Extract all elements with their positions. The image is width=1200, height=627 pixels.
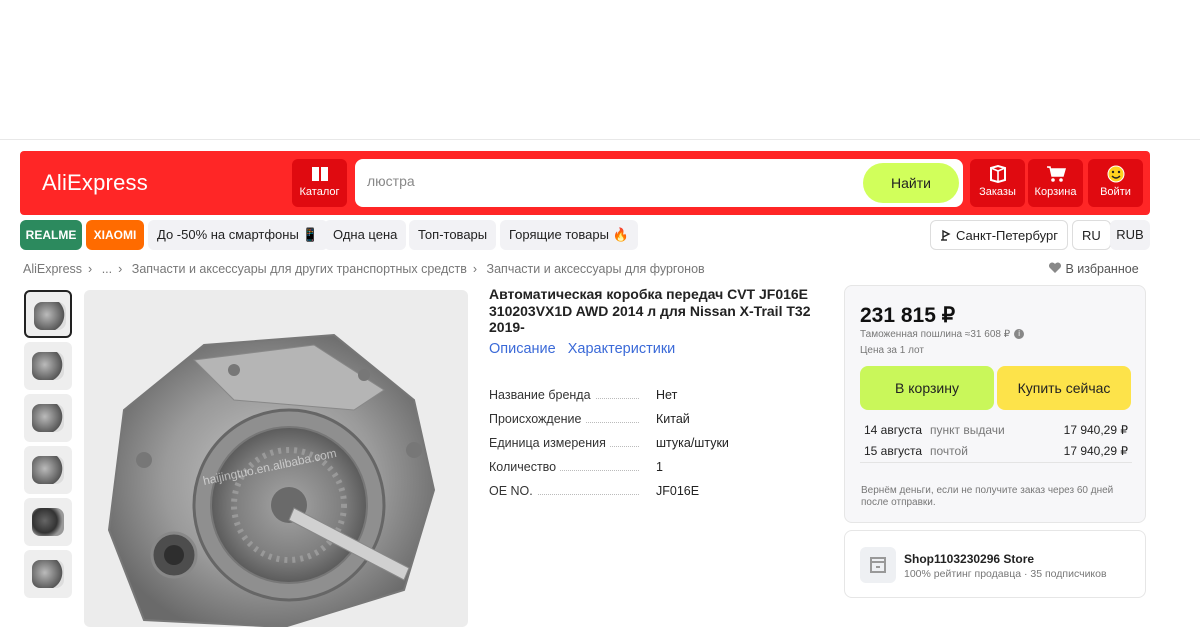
- spec-value: Нет: [656, 388, 678, 402]
- spec-row: Происхождение Китай: [489, 412, 819, 436]
- price-per-lot: Цена за 1 лот: [860, 345, 924, 356]
- login-label: Войти: [1100, 186, 1131, 198]
- store-card[interactable]: Shop1103230296 Store 100% рейтинг продав…: [844, 530, 1146, 598]
- shipping-date: 15 августа: [864, 444, 923, 458]
- spec-value: Китай: [656, 412, 690, 426]
- divider: [860, 462, 1132, 463]
- thumbnail-image[interactable]: [24, 342, 72, 390]
- store-name[interactable]: Shop1103230296 Store: [904, 552, 1034, 566]
- product-price: 231 815 ₽: [860, 304, 956, 327]
- shipping-method: пункт выдачи: [930, 423, 1005, 437]
- breadcrumb-item[interactable]: ...: [102, 262, 112, 276]
- cart-label: Корзина: [1034, 186, 1077, 198]
- spec-row: Количество 1: [489, 460, 819, 484]
- thumbnail-gallery: [24, 290, 74, 602]
- customs-duty-text: Таможенная пошлина ≈31 608 ₽: [860, 329, 1011, 340]
- chip-hot-goods[interactable]: Горящие товары 🔥: [500, 220, 638, 250]
- login-button[interactable]: Войти: [1088, 159, 1143, 207]
- language-selector[interactable]: RU: [1072, 220, 1111, 250]
- favorites-label: В избранное: [1065, 262, 1139, 276]
- site-header: AliExpress Каталог Найти Заказы Корзина …: [20, 151, 1150, 215]
- spec-row: Название бренда Нет: [489, 388, 819, 412]
- spec-key: OE NO.: [489, 484, 537, 498]
- breadcrumb-item[interactable]: Запчасти и аксессуары для других транспо…: [132, 262, 467, 276]
- location-icon: [941, 229, 951, 241]
- product-title: Автоматическая коробка передач CVT JF016…: [489, 286, 811, 335]
- shipping-option[interactable]: 15 августа почтой 17 940,29 ₽: [860, 444, 1132, 462]
- thumbnail-image[interactable]: [24, 550, 72, 598]
- breadcrumb-item[interactable]: Запчасти и аксессуары для фургонов: [487, 262, 705, 276]
- promo-chips-bar: REALME XIAOMI До -50% на смартфоны 📱 Одн…: [20, 220, 1150, 250]
- shipping-method: почтой: [930, 444, 968, 458]
- chevron-right-icon: ›: [118, 262, 123, 276]
- spec-row: OE NO. JF016E: [489, 484, 819, 508]
- chip-xiaomi[interactable]: XIAOMI: [86, 220, 144, 250]
- catalog-button[interactable]: Каталог: [292, 159, 347, 207]
- currency-selector[interactable]: RUB: [1110, 220, 1150, 250]
- breadcrumb: AliExpress › ... › Запчасти и аксессуары д…: [23, 262, 711, 276]
- product-tabs: Описание Характеристики: [489, 341, 683, 357]
- info-icon[interactable]: i: [1014, 329, 1025, 340]
- shipping-date: 14 августа: [864, 423, 923, 437]
- thumbnail-image[interactable]: [24, 394, 72, 442]
- add-to-favorites-button[interactable]: В избранное: [1048, 262, 1139, 276]
- customs-duty: Таможенная пошлина ≈31 608 ₽ i: [860, 329, 1025, 340]
- thumbnail-image[interactable]: [24, 498, 72, 546]
- search-bar: Найти: [355, 159, 963, 207]
- spec-key: Единица измерения: [489, 436, 610, 450]
- top-blank-area: [0, 0, 1200, 140]
- chip-top-goods[interactable]: Топ-товары: [409, 220, 497, 250]
- catalog-icon: [311, 167, 328, 181]
- chevron-right-icon: ›: [472, 262, 478, 276]
- spec-row: Единица измерения штука/штуки: [489, 436, 819, 460]
- shipping-option[interactable]: 14 августа пункт выдачи 17 940,29 ₽: [860, 423, 1132, 441]
- chip-realme[interactable]: REALME: [20, 220, 82, 250]
- spec-key: Название бренда: [489, 388, 595, 402]
- chip-one-price[interactable]: Одна цена: [324, 220, 407, 250]
- buy-box: 231 815 ₽ Таможенная пошлина ≈31 608 ₽ i …: [844, 285, 1146, 523]
- spec-value: JF016E: [656, 484, 700, 498]
- catalog-label: Каталог: [299, 186, 340, 198]
- shipping-price: 17 940,29 ₽: [1063, 444, 1128, 458]
- store-icon: [870, 557, 886, 573]
- tab-description[interactable]: Описание: [489, 341, 556, 357]
- tab-specifications[interactable]: Характеристики: [568, 341, 676, 357]
- breadcrumb-item[interactable]: AliExpress: [23, 262, 82, 276]
- chevron-right-icon: ›: [88, 262, 93, 276]
- refund-guarantee: Вернём деньги, если не получите заказ че…: [861, 485, 1114, 508]
- transmission-photo: haijingtuo.en.alibaba.com: [107, 333, 436, 627]
- city-label: Санкт-Петербург: [956, 228, 1058, 243]
- aliexpress-logo[interactable]: AliExpress: [42, 170, 148, 196]
- buy-now-button[interactable]: Купить сейчас: [997, 366, 1131, 410]
- spec-value: 1: [656, 460, 663, 474]
- main-product-image[interactable]: haijingtuo.en.alibaba.com: [84, 290, 468, 627]
- spec-key: Количество: [489, 460, 561, 474]
- spec-value: штука/штуки: [656, 436, 729, 450]
- orders-button[interactable]: Заказы: [970, 159, 1025, 207]
- orders-label: Заказы: [979, 186, 1016, 198]
- spec-key: Происхождение: [489, 412, 586, 426]
- orders-icon: [989, 165, 1006, 183]
- search-button[interactable]: Найти: [863, 163, 959, 203]
- product-specs-table: Название бренда Нет Происхождение Китай Ед…: [489, 388, 819, 508]
- add-to-cart-button[interactable]: В корзину: [860, 366, 994, 410]
- thumbnail-image[interactable]: [24, 446, 72, 494]
- shipping-price: 17 940,29 ₽: [1063, 423, 1128, 437]
- cart-button[interactable]: Корзина: [1028, 159, 1083, 207]
- thumbnail-image[interactable]: [24, 290, 72, 338]
- cart-icon: [1046, 166, 1066, 182]
- chip-smartphones-promo[interactable]: До -50% на смартфоны 📱: [148, 220, 328, 250]
- store-avatar: [860, 547, 896, 583]
- city-selector[interactable]: Санкт-Петербург: [930, 220, 1068, 250]
- heart-icon: [1048, 262, 1062, 273]
- store-rating: 100% рейтинг продавца · 35 подписчиков: [904, 568, 1107, 580]
- search-input[interactable]: [367, 173, 827, 189]
- login-icon: [1107, 165, 1124, 183]
